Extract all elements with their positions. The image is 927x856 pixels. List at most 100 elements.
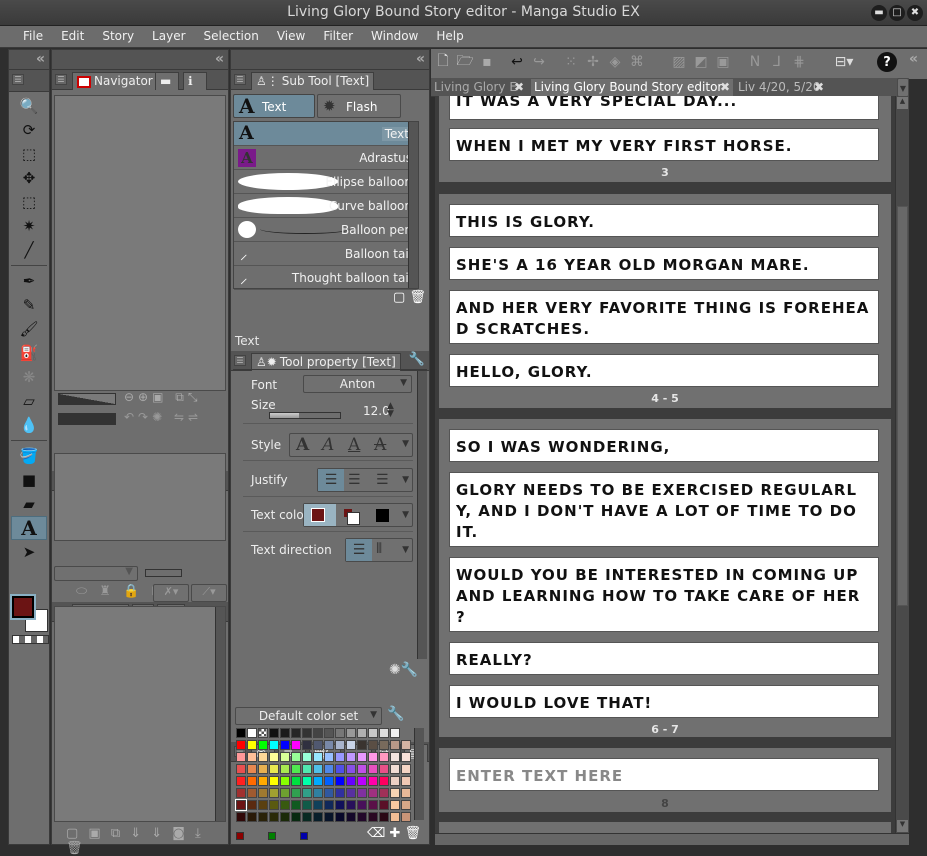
- color-swatch[interactable]: [269, 776, 279, 786]
- color-swatch[interactable]: [302, 728, 312, 738]
- color-swatch[interactable]: [368, 728, 378, 738]
- color-swatch[interactable]: [379, 800, 389, 810]
- subtool-item[interactable]: A Text: [234, 122, 418, 146]
- color-swatch[interactable]: [335, 812, 345, 822]
- correct-line-tool-icon[interactable]: ➤: [11, 540, 47, 564]
- color-swatch[interactable]: [335, 776, 345, 786]
- wrench-icon[interactable]: 🔧: [409, 352, 425, 367]
- subtool-actions[interactable]: ▢ 🗑: [393, 290, 426, 305]
- color-swatch[interactable]: [302, 788, 312, 798]
- text-block[interactable]: IT WAS A VERY SPECIAL DAY...: [449, 96, 879, 120]
- save-icon[interactable]: ▪: [477, 52, 497, 72]
- tab-list-dropdown[interactable]: ▼: [897, 78, 909, 97]
- color-swatch[interactable]: [236, 764, 246, 774]
- color-swatch[interactable]: [258, 764, 268, 774]
- scroll-thumb[interactable]: [897, 206, 908, 606]
- text-block[interactable]: WHEN I MET MY VERY FIRST HORSE.: [449, 128, 879, 161]
- subtool-item[interactable]: ⸝ Thought balloon tail: [234, 266, 418, 290]
- color-swatch[interactable]: [280, 800, 290, 810]
- color-swatch[interactable]: [335, 740, 345, 750]
- color-swatch[interactable]: [302, 776, 312, 786]
- text-block[interactable]: SO I WAS WONDERING,: [449, 429, 879, 462]
- color-swatch[interactable]: [247, 728, 257, 738]
- color-swatch[interactable]: [357, 812, 367, 822]
- blend-mode-select[interactable]: ▼: [54, 566, 138, 581]
- menu-file[interactable]: File: [14, 26, 52, 47]
- color-swatch[interactable]: [291, 752, 301, 762]
- fill-tool-icon[interactable]: 🪣: [11, 444, 47, 468]
- color-swatch[interactable]: [236, 752, 246, 762]
- color-swatch[interactable]: [258, 776, 268, 786]
- brush-tool-icon[interactable]: 🖌: [11, 317, 47, 341]
- color-swatch[interactable]: [258, 812, 268, 822]
- frame-tool-icon[interactable]: ▰: [11, 492, 47, 516]
- color-swatch[interactable]: [280, 788, 290, 798]
- clear-icon[interactable]: ▨: [669, 52, 689, 72]
- color-swatch[interactable]: [324, 788, 334, 798]
- color-swatch[interactable]: [280, 764, 290, 774]
- color-swatch[interactable]: [379, 740, 389, 750]
- doc-tab-active[interactable]: Living Glory Bound Story editor ✖: [531, 79, 733, 97]
- color-swatch[interactable]: [280, 752, 290, 762]
- undo-icon[interactable]: ↩: [507, 52, 527, 72]
- color-swatch[interactable]: [324, 812, 334, 822]
- bold-icon[interactable]: A: [296, 435, 309, 455]
- color-swatch[interactable]: [269, 752, 279, 762]
- blend-tool-icon[interactable]: 💧: [11, 413, 47, 437]
- scale-icon[interactable]: ⌘: [627, 52, 647, 72]
- color-swatch[interactable]: [247, 812, 257, 822]
- subtool-group-text[interactable]: A Text: [233, 94, 315, 118]
- marquee-tool-icon[interactable]: ⬚: [11, 190, 47, 214]
- collapse-tools-button[interactable]: «: [9, 50, 49, 70]
- transform-icon[interactable]: ✢: [583, 52, 603, 72]
- rotate-tool-icon[interactable]: ⟳: [11, 118, 47, 142]
- color-swatch[interactable]: [236, 788, 246, 798]
- color-swatch[interactable]: [401, 764, 411, 774]
- color-swatch[interactable]: [335, 728, 345, 738]
- horizontal-text-icon[interactable]: ☰: [346, 539, 372, 561]
- color-swatch[interactable]: [236, 740, 246, 750]
- color-swatch[interactable]: [247, 800, 257, 810]
- color-swatch[interactable]: [379, 764, 389, 774]
- color-swatch[interactable]: [258, 728, 268, 738]
- history-color-swatch[interactable]: [268, 832, 276, 840]
- color-swatch[interactable]: [313, 776, 323, 786]
- strikethrough-icon[interactable]: A: [374, 435, 386, 455]
- text-block[interactable]: AND HER VERY FAVORITE THING IS FOREHEA D…: [449, 290, 879, 344]
- opacity-slider[interactable]: [145, 569, 182, 577]
- color-swatch[interactable]: [368, 752, 378, 762]
- color-swatch[interactable]: [390, 764, 400, 774]
- open-file-icon[interactable]: 🗁: [455, 52, 475, 72]
- editor-scrollbar[interactable]: ▲ ▼: [895, 96, 909, 833]
- color-swatch[interactable]: [335, 800, 345, 810]
- color-swatch[interactable]: [368, 800, 378, 810]
- color-swatch[interactable]: [346, 788, 356, 798]
- color-swatch[interactable]: [346, 776, 356, 786]
- user-color-option-icon[interactable]: [376, 509, 389, 522]
- color-swatch[interactable]: [324, 764, 334, 774]
- color-swatch[interactable]: [357, 776, 367, 786]
- maximize-button[interactable]: □: [889, 5, 905, 21]
- subtool-item[interactable]: Ellipse balloon: [234, 170, 418, 194]
- text-block-editing[interactable]: HELLO, GLORY.: [449, 354, 879, 387]
- menu-layer[interactable]: Layer: [143, 26, 194, 47]
- underline-icon[interactable]: A: [348, 435, 360, 455]
- color-swatch[interactable]: [313, 752, 323, 762]
- text-block[interactable]: THIS IS GLORY.: [449, 204, 879, 237]
- text-direction-buttons[interactable]: ☰ ⦀ ▼: [345, 538, 413, 562]
- color-swatch[interactable]: [235, 799, 247, 811]
- color-swatch[interactable]: [258, 800, 268, 810]
- size-slider[interactable]: [269, 412, 341, 419]
- palette-scrollbar[interactable]: [414, 728, 424, 820]
- minimize-button[interactable]: ▬: [871, 5, 887, 21]
- select-frame-icon[interactable]: ▣: [713, 52, 733, 72]
- menu-view[interactable]: View: [268, 26, 314, 47]
- layer-action-buttons[interactable]: ▢ ▣ ⧉ ⇓ ⇓ ◙ ⤓ 🗑: [66, 826, 228, 856]
- tab-subtool[interactable]: ♙⋮ Sub Tool [Text]: [251, 72, 375, 90]
- color-swatch[interactable]: [247, 740, 257, 750]
- color-swatch[interactable]: [269, 728, 279, 738]
- text-block[interactable]: GLORY NEEDS TO BE EXERCISED REGULARL Y, …: [449, 472, 879, 547]
- color-swatch[interactable]: [324, 752, 334, 762]
- help-icon[interactable]: ?: [877, 52, 897, 72]
- color-swatch[interactable]: [258, 740, 268, 750]
